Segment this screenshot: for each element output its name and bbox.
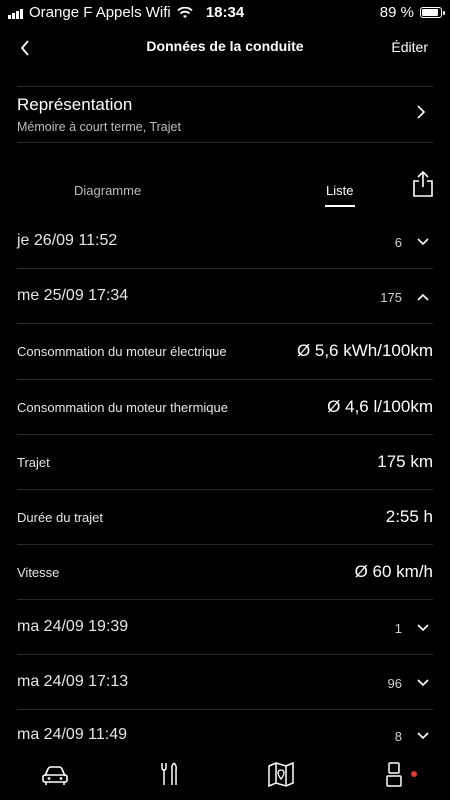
battery-percent: 89 % [379,4,414,21]
detail-value: Ø 5,6 kWh/100km [296,341,433,360]
detail-label: Trajet [17,455,50,470]
status-right: 89 % [379,4,445,21]
map-icon[interactable] [266,760,296,788]
detail-label: Consommation du moteur électrique [17,344,227,359]
tools-icon[interactable] [154,760,184,788]
detail-value: Ø 60 km/h [354,562,433,581]
detail-label: Vitesse [17,565,60,580]
share-icon[interactable] [411,170,435,198]
detail-row-duration: Durée du trajet 2:55 h [0,490,450,545]
trip-row[interactable]: ma 24/09 11:49 8 [0,710,450,748]
chevron-right-icon [417,105,426,119]
trip-count: 96 [387,676,402,691]
trip-count: 1 [394,621,402,636]
trip-row-expanded[interactable]: me 25/09 17:34 175 [0,269,450,323]
trip-row[interactable]: je 26/09 11:52 6 [0,214,450,268]
detail-value: Ø 4,6 l/100km [327,397,433,416]
detail-row-distance: Trajet 175 km [0,435,450,490]
trip-date: je 26/09 11:52 [17,232,118,249]
tab-list[interactable]: Liste [326,183,353,198]
car-icon[interactable] [40,760,70,788]
view-tabs: Diagramme Liste [0,170,450,210]
chevron-down-icon [417,624,429,632]
tab-diagram[interactable]: Diagramme [74,183,141,198]
notification-dot [411,771,417,777]
navigation-bar: Données de la conduite Éditer [0,26,450,70]
trip-date: ma 24/09 19:39 [17,618,129,635]
detail-row-electric-consumption: Consommation du moteur électrique Ø 5,6 … [0,324,450,379]
trip-date: ma 24/09 17:13 [17,673,129,690]
bottom-tab-bar [0,748,450,800]
detail-label: Durée du trajet [17,510,103,525]
divider [17,142,433,143]
trip-row[interactable]: ma 24/09 19:39 1 [0,600,450,655]
status-bar: Orange F Appels Wifi 18:34 89 % [0,0,450,26]
trip-row[interactable]: ma 24/09 17:13 96 [0,655,450,710]
trip-date: ma 24/09 11:49 [17,726,128,743]
battery-icon [420,7,445,18]
detail-value: 2:55 h [385,507,433,526]
detail-row-speed: Vitesse Ø 60 km/h [0,545,450,600]
profile-icon[interactable] [380,760,410,788]
chevron-down-icon [417,238,429,246]
trip-count: 175 [380,290,402,305]
representation-row[interactable]: Représentation Mémoire à court terme, Tr… [0,86,450,142]
trip-count: 8 [394,729,402,744]
representation-subtitle: Mémoire à court terme, Trajet [17,120,181,134]
trip-date: me 25/09 17:34 [17,287,129,304]
detail-value: 175 km [377,452,433,471]
chevron-up-icon [417,293,429,301]
edit-button[interactable]: Éditer [391,39,428,55]
chevron-down-icon [417,679,429,687]
chevron-down-icon [417,732,429,740]
active-tab-indicator [325,205,355,207]
trip-count: 6 [394,235,402,250]
page-title: Données de la conduite [146,38,304,54]
detail-row-thermal-consumption: Consommation du moteur thermique Ø 4,6 l… [0,380,450,435]
representation-title: Représentation [17,95,133,114]
detail-label: Consommation du moteur thermique [17,400,228,415]
